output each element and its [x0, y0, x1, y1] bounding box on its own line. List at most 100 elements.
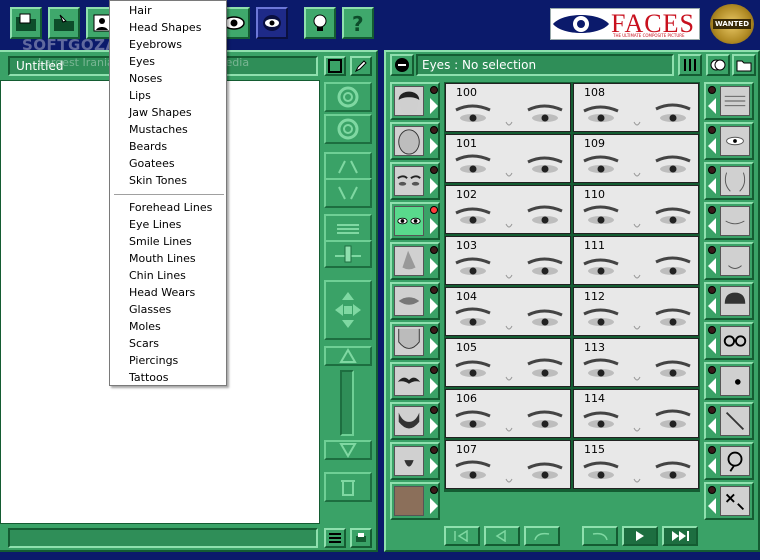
browse-folder-button[interactable]	[732, 54, 756, 76]
expand-arrow-icon[interactable]	[430, 218, 438, 234]
menu-item-head-shapes[interactable]: Head Shapes	[111, 20, 225, 37]
feature-thumbnail[interactable]: 113	[573, 338, 699, 387]
menu-item-moles[interactable]: Moles	[111, 319, 225, 336]
grid-view-button[interactable]	[678, 54, 702, 76]
feature-thumbnail[interactable]: 106	[445, 389, 571, 438]
last-page-button[interactable]	[662, 526, 698, 546]
category-hair[interactable]	[390, 82, 440, 120]
layer-slider[interactable]	[340, 370, 354, 436]
feature-thumbnail[interactable]: 111	[573, 236, 699, 285]
menu-item-chin-lines[interactable]: Chin Lines	[111, 268, 225, 285]
category-mustaches[interactable]	[390, 362, 440, 400]
category-head-shapes[interactable]	[390, 122, 440, 160]
expand-arrow-icon[interactable]	[430, 458, 438, 474]
redo-button[interactable]	[582, 526, 618, 546]
expand-arrow-icon[interactable]	[708, 458, 716, 474]
first-page-button[interactable]	[444, 526, 480, 546]
category-lips[interactable]	[390, 282, 440, 320]
expand-arrow-icon[interactable]	[708, 218, 716, 234]
menu-item-eyebrows[interactable]: Eyebrows	[111, 37, 225, 54]
expand-arrow-icon[interactable]	[708, 338, 716, 354]
category-skin-tones[interactable]	[390, 482, 440, 520]
feature-thumbnail[interactable]: 107	[445, 440, 571, 489]
category-beards[interactable]	[390, 402, 440, 440]
print-button[interactable]	[350, 528, 372, 548]
scale-slider[interactable]	[324, 240, 372, 268]
eye-mask-button[interactable]	[256, 7, 288, 39]
category-goatees[interactable]	[390, 442, 440, 480]
move-up-button[interactable]	[324, 346, 372, 366]
expand-arrow-icon[interactable]	[430, 378, 438, 394]
expand-arrow-icon[interactable]	[430, 258, 438, 274]
expand-arrow-icon[interactable]	[430, 498, 438, 514]
menu-item-goatees[interactable]: Goatees	[111, 156, 225, 173]
rotate-tool-button[interactable]	[324, 82, 372, 112]
expand-arrow-icon[interactable]	[430, 338, 438, 354]
open-folder-button[interactable]	[10, 7, 42, 39]
menu-item-hair[interactable]: Hair	[111, 3, 225, 20]
menu-item-mustaches[interactable]: Mustaches	[111, 122, 225, 139]
menu-item-scars[interactable]: Scars	[111, 336, 225, 353]
feature-thumbnail[interactable]: 110	[573, 185, 699, 234]
expand-arrow-icon[interactable]	[430, 298, 438, 314]
window-toggle-button[interactable]	[324, 56, 346, 76]
menu-item-skin-tones[interactable]: Skin Tones	[111, 173, 225, 190]
expand-arrow-icon[interactable]	[708, 98, 716, 114]
category-piercings[interactable]	[704, 442, 754, 480]
menu-item-eyes[interactable]: Eyes	[111, 54, 225, 71]
category-head-wears[interactable]	[704, 282, 754, 320]
rotate-alt-tool-button[interactable]	[324, 114, 372, 144]
hint-button[interactable]	[304, 7, 336, 39]
expand-arrow-icon[interactable]	[708, 418, 716, 434]
expand-arrow-icon[interactable]	[430, 178, 438, 194]
feature-thumbnail[interactable]: 100	[445, 83, 571, 132]
feature-thumbnail[interactable]: 114	[573, 389, 699, 438]
menu-item-head-wears[interactable]: Head Wears	[111, 285, 225, 302]
expand-arrow-icon[interactable]	[430, 138, 438, 154]
previous-page-button[interactable]	[484, 526, 520, 546]
menu-item-smile-lines[interactable]: Smile Lines	[111, 234, 225, 251]
expand-arrow-icon[interactable]	[708, 298, 716, 314]
expand-arrow-icon[interactable]	[708, 498, 716, 514]
category-eye-lines[interactable]	[704, 122, 754, 160]
feature-thumbnail[interactable]: 101	[445, 134, 571, 183]
feature-thumbnail[interactable]: 105	[445, 338, 571, 387]
category-jaw-shapes[interactable]	[390, 322, 440, 360]
move-dpad[interactable]	[324, 280, 372, 340]
feature-thumbnail[interactable]: 112	[573, 287, 699, 336]
delete-feature-button[interactable]	[324, 472, 372, 502]
list-view-button[interactable]	[324, 528, 346, 548]
menu-item-eye-lines[interactable]: Eye Lines	[111, 217, 225, 234]
category-scars[interactable]	[704, 402, 754, 440]
menu-item-piercings[interactable]: Piercings	[111, 353, 225, 370]
expand-arrow-icon[interactable]	[430, 98, 438, 114]
category-chin-lines[interactable]	[704, 242, 754, 280]
feature-thumbnail[interactable]: 115	[573, 440, 699, 489]
menu-item-forehead-lines[interactable]: Forehead Lines	[111, 200, 225, 217]
edit-title-button[interactable]	[350, 56, 372, 76]
category-eyes[interactable]	[390, 202, 440, 240]
menu-item-jaw-shapes[interactable]: Jaw Shapes	[111, 105, 225, 122]
menu-item-noses[interactable]: Noses	[111, 71, 225, 88]
feature-thumbnail[interactable]: 103	[445, 236, 571, 285]
expand-arrow-icon[interactable]	[708, 378, 716, 394]
move-down-button[interactable]	[324, 440, 372, 460]
category-mouth-lines[interactable]	[704, 202, 754, 240]
feature-thumbnail[interactable]: 109	[573, 134, 699, 183]
remove-feature-button[interactable]	[390, 54, 414, 76]
category-glasses[interactable]	[704, 322, 754, 360]
category-tattoos[interactable]	[704, 482, 754, 520]
menu-item-lips[interactable]: Lips	[111, 88, 225, 105]
feature-thumbnail[interactable]: 108	[573, 83, 699, 132]
menu-item-tattoos[interactable]: Tattoos	[111, 370, 225, 387]
category-smile-lines[interactable]	[704, 162, 754, 200]
menu-item-beards[interactable]: Beards	[111, 139, 225, 156]
category-eyebrows[interactable]	[390, 162, 440, 200]
menu-item-mouth-lines[interactable]: Mouth Lines	[111, 251, 225, 268]
category-forehead-lines[interactable]	[704, 82, 754, 120]
feature-thumbnail[interactable]: 104	[445, 287, 571, 336]
expand-arrow-icon[interactable]	[708, 138, 716, 154]
expand-arrow-icon[interactable]	[708, 178, 716, 194]
compare-button[interactable]	[706, 54, 730, 76]
save-folder-button[interactable]	[48, 7, 80, 39]
